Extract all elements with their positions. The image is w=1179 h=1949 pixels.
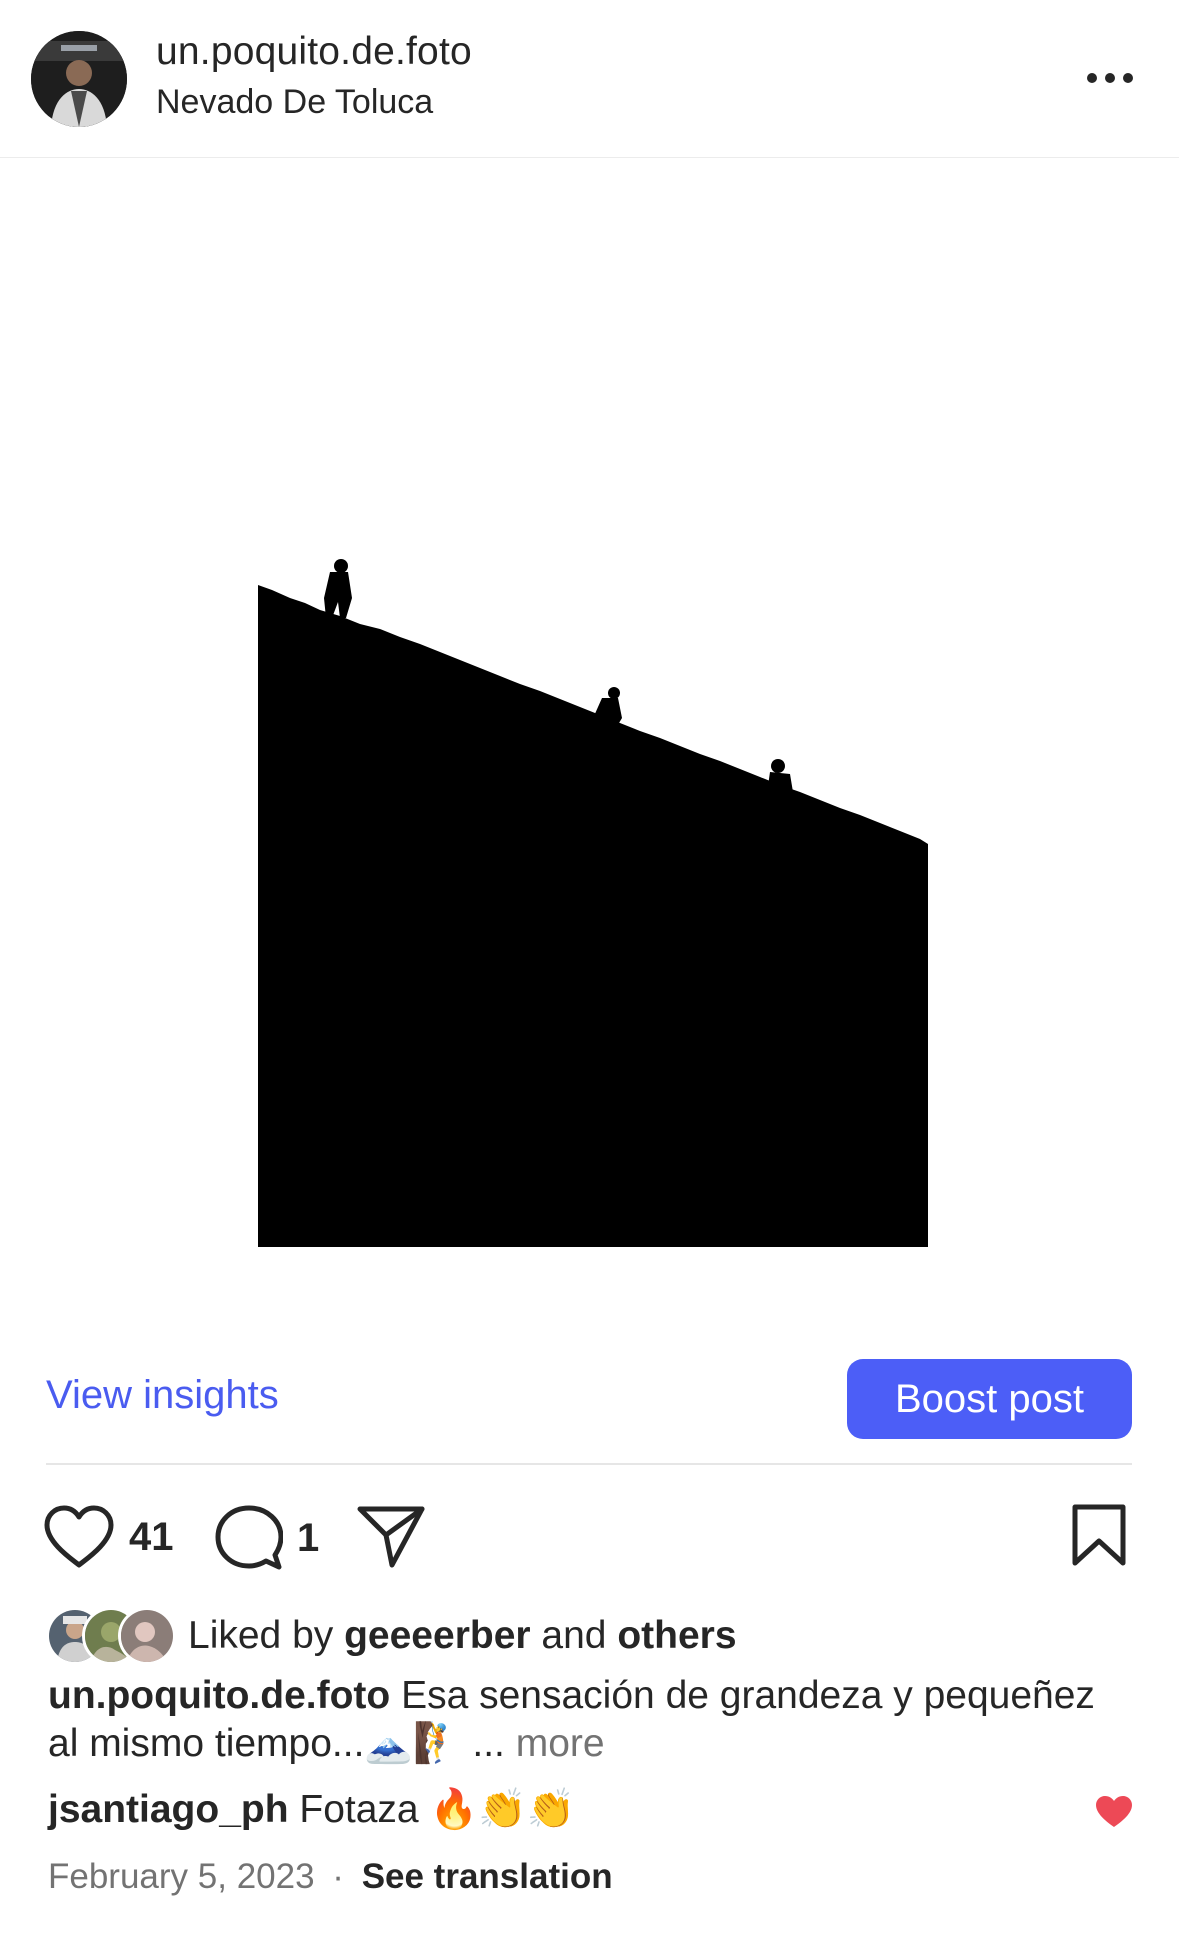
post-username[interactable]: un.poquito.de.foto: [156, 30, 472, 74]
comment-text: Fotaza 🔥👏👏: [299, 1788, 576, 1831]
likes-prefix: Liked by: [188, 1614, 334, 1657]
heart-filled-icon: [1096, 1796, 1132, 1827]
see-translation-link[interactable]: See translation: [362, 1857, 613, 1896]
post-caption: un.poquito.de.foto Esa sensación de gran…: [48, 1672, 1108, 1768]
heart-icon: [44, 1505, 114, 1568]
post-date: February 5, 2023: [48, 1857, 315, 1896]
post-meta: February 5, 2023 · See translation: [48, 1857, 613, 1897]
more-horizontal-icon: [1087, 73, 1133, 83]
view-insights-link[interactable]: View insights: [46, 1373, 279, 1418]
more-options-button[interactable]: [1075, 58, 1145, 98]
caption-username[interactable]: un.poquito.de.foto: [48, 1674, 390, 1717]
caption-ellipsis: ...: [472, 1722, 505, 1765]
likes-others[interactable]: others: [617, 1614, 736, 1657]
post-location[interactable]: Nevado De Toluca: [156, 83, 433, 122]
likes-and: and: [541, 1614, 607, 1657]
post-photo[interactable]: [0, 158, 1179, 1308]
comment-count[interactable]: 1: [297, 1516, 319, 1561]
comment-icon: [215, 1505, 283, 1570]
like-action[interactable]: 41: [43, 1505, 174, 1569]
share-action[interactable]: [356, 1505, 426, 1569]
liker-username[interactable]: geeeerber: [344, 1614, 530, 1657]
share-icon: [357, 1506, 425, 1568]
caption-more-link[interactable]: more: [516, 1722, 605, 1765]
comment-action[interactable]: 1: [215, 1505, 319, 1571]
climber-figure: [324, 559, 352, 618]
profile-avatar[interactable]: [31, 31, 127, 127]
comment-row: jsantiago_ph Fotaza 🔥👏👏: [48, 1786, 575, 1832]
save-action[interactable]: [1071, 1503, 1127, 1567]
post-header: un.poquito.de.foto Nevado De Toluca: [0, 0, 1179, 158]
boost-post-button[interactable]: Boost post: [847, 1359, 1132, 1439]
bookmark-icon: [1072, 1504, 1126, 1566]
divider: [46, 1463, 1132, 1465]
like-count[interactable]: 41: [129, 1515, 174, 1560]
liker-avatar: [118, 1607, 176, 1665]
comment-username[interactable]: jsantiago_ph: [48, 1788, 289, 1831]
meta-separator: ·: [332, 1857, 344, 1896]
likes-text[interactable]: Liked by geeeerber and others: [188, 1614, 737, 1658]
comment-like-button[interactable]: [1095, 1795, 1133, 1834]
likes-summary[interactable]: Liked by geeeerber and others: [46, 1607, 737, 1665]
